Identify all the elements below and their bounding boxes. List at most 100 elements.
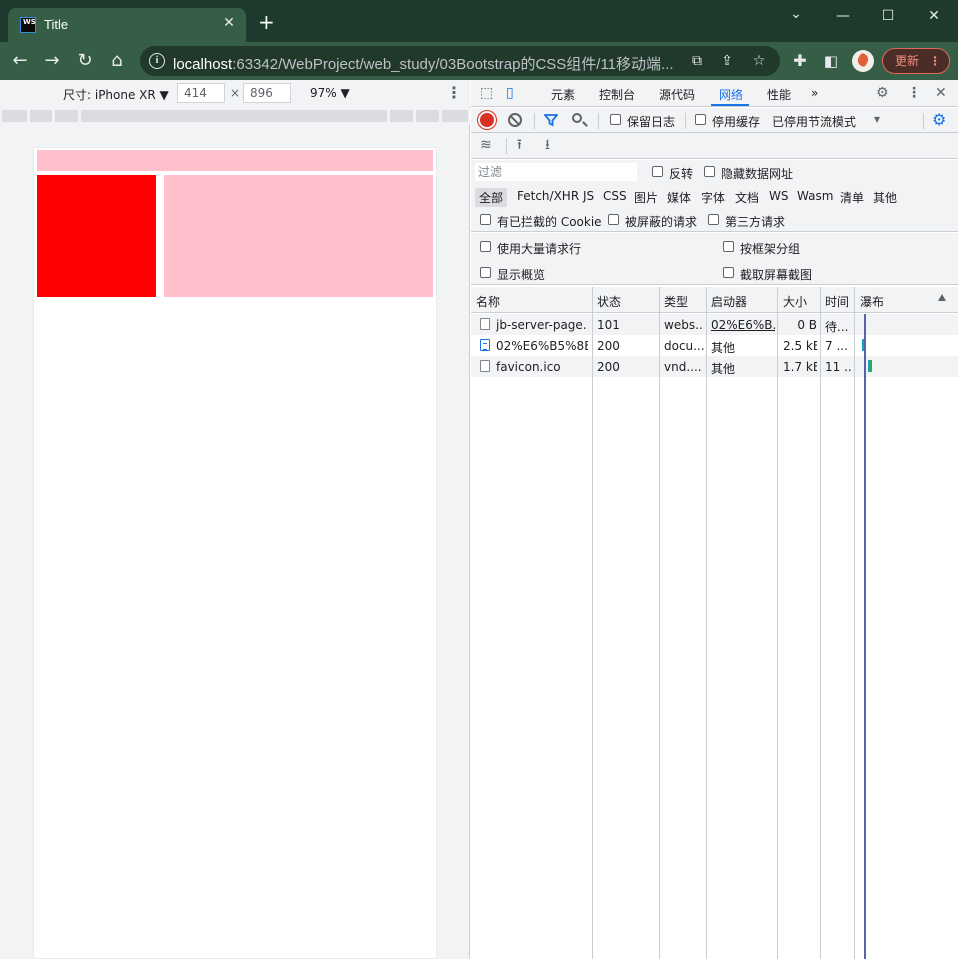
filter-type-media[interactable]: 媒体 [663,188,695,207]
device-height-input[interactable]: 896 [243,83,291,103]
new-tab-button[interactable]: + [258,12,275,32]
profile-avatar[interactable] [852,50,874,72]
throttling-select[interactable]: 已停用节流模式 [772,113,856,130]
sort-ascending-icon[interactable] [938,294,946,301]
devtools-settings-gear-icon[interactable]: ⚙ [876,85,889,101]
minimize-window-icon[interactable]: — [833,8,853,24]
filter-input[interactable]: 过滤 [475,163,637,181]
translate-icon[interactable]: ⧉ [688,52,706,70]
filter-type-wasm[interactable]: Wasm [793,188,837,204]
zoom-select[interactable]: 97% ▼ [310,86,350,100]
blocked-cookies-checkbox[interactable] [480,214,491,225]
close-window-icon[interactable]: ✕ [924,8,944,24]
back-arrow-icon[interactable]: ← [10,51,30,71]
tab-search-chevron-icon[interactable]: ⌄ [786,6,806,22]
devtools-more-icon[interactable]: ⋮ [907,85,921,101]
device-toolbar-toggle-icon[interactable]: ▯ [506,85,514,101]
search-icon[interactable] [572,113,582,123]
site-info-icon[interactable]: i [149,53,165,69]
devtools-close-icon[interactable]: ✕ [935,85,947,101]
show-overview-checkbox[interactable] [480,267,491,278]
table-row[interactable]: 02%E6%B5%8B... 200 docu... 其他 2.5 kB 7 .… [471,335,958,356]
reload-icon[interactable]: ↻ [75,51,95,71]
media-query-segment[interactable] [390,110,413,122]
device-width-input[interactable]: 414 [177,83,225,103]
media-query-segment[interactable] [30,110,52,122]
export-har-download-icon[interactable]: ⭳ [545,137,550,153]
disable-cache-checkbox[interactable] [695,114,706,125]
url-text[interactable]: localhost:63342/WebProject/web_study/03B… [173,53,673,74]
blocked-requests-checkbox[interactable] [608,214,619,225]
waterfall-bar[interactable] [862,339,864,351]
request-name[interactable]: 02%E6%B5%8B... [496,339,588,353]
column-divider[interactable] [820,287,821,959]
home-icon[interactable]: ⌂ [107,51,127,71]
filter-type-css[interactable]: CSS [599,188,631,204]
more-tabs-chevron[interactable]: » [811,86,818,100]
tab-close-icon[interactable]: ✕ [220,14,238,32]
invert-checkbox[interactable] [652,166,663,177]
filter-funnel-icon[interactable] [544,113,558,127]
third-party-checkbox[interactable] [708,214,719,225]
clear-log-button[interactable] [508,113,522,127]
tab-console[interactable]: 控制台 [599,86,635,103]
column-header-waterfall[interactable]: 瀑布 [860,293,884,310]
request-name[interactable]: jb-server-page... [496,318,588,332]
column-header-size[interactable]: 大小 [783,293,807,310]
import-har-upload-icon[interactable]: ⭱ [517,137,522,153]
device-dimensions-select[interactable]: 尺寸: iPhone XR ▼ [63,86,169,103]
device-more-options-icon[interactable]: ⋮ [446,83,462,102]
tab-sources[interactable]: 源代码 [659,86,695,103]
column-divider[interactable] [854,287,855,959]
column-header-name[interactable]: 名称 [476,293,500,310]
maximize-window-icon[interactable]: ☐ [878,8,898,24]
request-name[interactable]: favicon.ico [496,360,588,374]
media-query-segment[interactable] [2,110,27,122]
filter-type-img[interactable]: 图片 [630,188,662,207]
column-header-type[interactable]: 类型 [664,293,688,310]
column-header-status[interactable]: 状态 [597,293,621,310]
update-button[interactable]: 更新 ⋮ [882,48,950,74]
media-query-segment[interactable] [55,110,78,122]
throttling-dropdown-icon[interactable]: ▾ [874,112,880,126]
filter-type-other[interactable]: 其他 [869,188,901,207]
address-bar[interactable]: i localhost:63342/WebProject/web_study/0… [140,46,780,76]
column-divider[interactable] [777,287,778,959]
tab-network[interactable]: 网络 [719,86,743,103]
share-icon[interactable]: ⇪ [718,52,736,70]
network-conditions-wifi-icon[interactable]: ≋ [480,137,492,153]
inspect-element-icon[interactable]: ⬚ [480,85,493,101]
column-divider[interactable] [659,287,660,959]
browser-tab[interactable]: WS Title ✕ [8,8,246,42]
filter-type-font[interactable]: 字体 [697,188,729,207]
filter-type-ws[interactable]: WS [765,188,792,204]
table-row[interactable]: jb-server-page... 101 webs... 02%E6%B...… [471,314,958,335]
filter-type-js[interactable]: JS [579,188,598,204]
network-settings-gear-icon[interactable]: ⚙ [932,112,946,128]
record-button[interactable] [480,113,494,127]
tab-performance[interactable]: 性能 [767,86,791,103]
capture-screenshots-checkbox[interactable] [723,267,734,278]
group-by-frame-checkbox[interactable] [723,241,734,252]
tab-elements[interactable]: 元素 [551,86,575,103]
bookmark-star-icon[interactable]: ☆ [750,52,768,70]
forward-arrow-icon[interactable]: → [42,51,62,71]
column-header-initiator[interactable]: 启动器 [711,293,747,310]
filter-type-fetch-xhr[interactable]: Fetch/XHR [513,188,583,204]
extensions-puzzle-icon[interactable]: ✚ [790,51,810,71]
table-row[interactable]: favicon.ico 200 vnd.... 其他 1.7 kB 11 ... [471,356,958,377]
media-query-segment[interactable] [442,110,468,122]
media-query-segment[interactable] [416,110,439,122]
media-query-segment[interactable] [81,110,387,122]
hide-data-urls-checkbox[interactable] [704,166,715,177]
filter-type-manifest[interactable]: 清单 [836,188,868,207]
large-rows-checkbox[interactable] [480,241,491,252]
waterfall-bar[interactable] [870,360,872,372]
filter-type-doc[interactable]: 文档 [731,188,763,207]
request-initiator[interactable]: 02%E6%B... [711,318,775,332]
column-header-time[interactable]: 时间 [825,293,849,310]
side-panel-icon[interactable]: ◧ [821,51,841,71]
filter-type-all[interactable]: 全部 [475,188,508,207]
preserve-log-checkbox[interactable] [610,114,621,125]
column-divider[interactable] [592,287,593,959]
